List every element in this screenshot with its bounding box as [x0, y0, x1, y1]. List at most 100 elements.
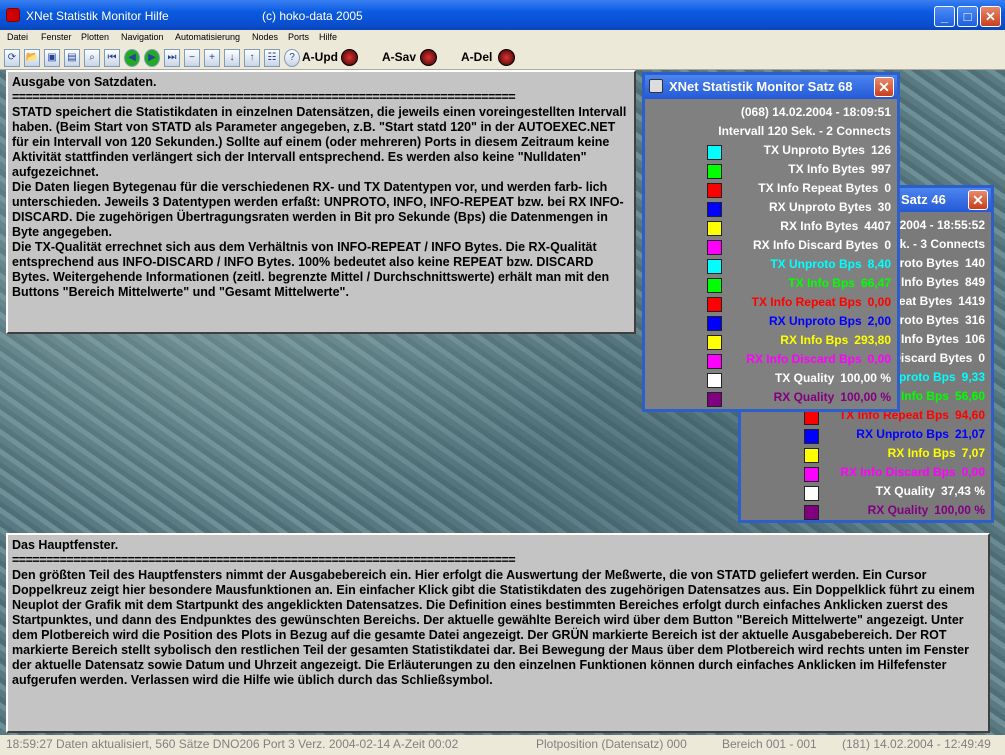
stat-value: 997 — [870, 162, 891, 176]
stat-value: 21,07 — [954, 427, 985, 441]
copyright-text: (c) hoko-data 2005 — [262, 9, 363, 23]
bug-icon-sav[interactable] — [420, 49, 437, 66]
title-bar: XNet Statistik Monitor Hilfe (c) hoko-da… — [0, 0, 1005, 30]
menu-plotten[interactable]: Plotten — [81, 32, 109, 42]
menu-ports[interactable]: Ports — [288, 32, 309, 42]
color-swatch — [707, 221, 722, 236]
color-swatch — [804, 486, 819, 501]
first-icon[interactable]: ⏮ — [104, 49, 120, 67]
color-swatch — [707, 278, 722, 293]
a-del-button[interactable]: A-Del — [461, 50, 492, 64]
satz-interval-line: Intervall 120 Sek. - 2 Connects — [718, 124, 891, 138]
stat-value: 2,00 — [867, 314, 891, 328]
stat-value: 94,60 — [954, 408, 985, 422]
stat-value: 9,33 — [961, 370, 985, 384]
stat-value: 56,60 — [954, 389, 985, 403]
satz-46-title: Satz 46 — [901, 192, 946, 207]
stat-value: 100,00 % — [840, 390, 891, 404]
stat-label: peat Bytes — [891, 294, 953, 308]
menu-hilfe[interactable]: Hilfe — [319, 32, 337, 42]
stat-label: RX Quality — [867, 503, 929, 517]
stat-row: RX Info Discard Bps 0,00 — [840, 465, 985, 484]
panel-heading: Ausgabe von Satzdaten. — [12, 75, 157, 89]
color-swatch — [804, 410, 819, 425]
scroll-down-icon[interactable]: ↓ — [224, 49, 240, 67]
color-swatch — [707, 373, 722, 388]
menu-nodes[interactable]: Nodes — [252, 32, 278, 42]
a-sav-button[interactable]: A-Sav — [382, 50, 416, 64]
color-swatch — [707, 240, 722, 255]
stat-value: 0,00 — [867, 352, 891, 366]
stat-value: 140 — [964, 256, 985, 270]
stat-label: Discard Bytes — [892, 351, 973, 365]
last-icon[interactable]: ⏭ — [164, 49, 180, 67]
color-swatch — [804, 505, 819, 520]
help-panel-satzdaten: Ausgabe von Satzdaten. ==================… — [6, 70, 636, 334]
stat-row: RX Info Bps 7,07 — [888, 446, 985, 465]
stat-row: TX Info Bytes 997 — [788, 162, 891, 181]
stat-value: 126 — [870, 143, 891, 157]
panel-heading: Das Hauptfenster. — [12, 538, 119, 552]
app-icon[interactable] — [649, 79, 663, 93]
menu-fenster[interactable]: Fenster — [41, 32, 72, 42]
close-icon[interactable]: ✕ — [874, 77, 894, 97]
stat-value: 4407 — [864, 219, 891, 233]
refresh-icon[interactable]: ⟳ — [4, 49, 20, 67]
bug-icon-upd[interactable] — [341, 49, 358, 66]
zoom-page-icon[interactable]: ⌕ — [84, 49, 100, 67]
satz-68-titlebar[interactable]: XNet Statistik Monitor Satz 68 ✕ — [645, 75, 897, 99]
stat-value: 0,00 — [867, 295, 891, 309]
stat-row: RX Quality 100,00 % — [868, 503, 985, 522]
panel-body: STATD speichert die Statistikdaten in ei… — [12, 105, 627, 299]
open-icon[interactable]: 📂 — [24, 49, 40, 67]
color-swatch — [707, 183, 722, 198]
color-swatch — [707, 392, 722, 407]
maximize-button[interactable]: □ — [957, 6, 978, 27]
prev-icon[interactable]: ◀ — [124, 49, 140, 67]
stat-row: RX Unproto Bps 21,07 — [856, 427, 985, 446]
menu-automatisierung[interactable]: Automatisierung — [175, 32, 240, 42]
table-icon[interactable]: ☷ — [264, 49, 280, 67]
next-icon[interactable]: ▶ — [144, 49, 160, 67]
help-panel-hauptfenster: Das Hauptfenster. =======================… — [6, 533, 990, 733]
bug-icon-del[interactable] — [498, 49, 515, 66]
menu-datei[interactable]: Datei — [7, 32, 28, 42]
stat-row: nproto Bps 9,33 — [892, 370, 985, 389]
grid-icon[interactable]: ▤ — [64, 49, 80, 67]
zoom-out-icon[interactable]: − — [184, 49, 200, 67]
app-icon[interactable] — [6, 8, 20, 22]
stat-row: RX Quality 100,00 % — [774, 390, 891, 409]
a-upd-button[interactable]: A-Upd — [302, 50, 338, 64]
zoom-in-icon[interactable]: + — [204, 49, 220, 67]
color-swatch — [707, 145, 722, 160]
stat-value: 849 — [964, 275, 985, 289]
stat-row: RX Info Discard Bytes 0 — [753, 238, 891, 257]
color-swatch — [707, 259, 722, 274]
status-record: (181) 14.02.2004 - 12:49:49 — [842, 737, 991, 751]
stat-label: Info Bytes — [900, 332, 959, 346]
color-swatch — [707, 164, 722, 179]
stat-row: TX Quality 37,43 % — [876, 484, 985, 503]
color-swatch — [804, 429, 819, 444]
stat-value: 0 — [884, 238, 891, 252]
scroll-up-icon[interactable]: ↑ — [244, 49, 260, 67]
satz-68-title: XNet Statistik Monitor Satz 68 — [669, 79, 853, 94]
stat-value: 106 — [964, 332, 985, 346]
stat-row: TX Info Bps 66,47 — [788, 276, 891, 295]
close-icon[interactable]: ✕ — [968, 190, 988, 210]
save-icon[interactable]: ▣ — [44, 49, 60, 67]
status-bar: 18:59:27 Daten aktualisiert, 560 Sätze D… — [0, 735, 1005, 755]
stat-row: TX Quality 100,00 % — [775, 371, 891, 390]
stat-value: 0 — [978, 351, 985, 365]
satz-68-window[interactable]: XNet Statistik Monitor Satz 68 ✕ (068) 1… — [642, 72, 900, 412]
minimize-button[interactable]: _ — [934, 6, 955, 27]
stat-value: 66,47 — [860, 276, 891, 290]
stat-row: Info Bytes 849 — [901, 275, 985, 294]
stat-label: RX Info Discard Bps — [746, 352, 862, 366]
help-icon[interactable]: ? — [284, 49, 300, 67]
menu-navigation[interactable]: Navigation — [121, 32, 164, 42]
stat-row: RX Info Bps 293,80 — [780, 333, 891, 352]
close-button[interactable]: ✕ — [980, 6, 1001, 27]
stat-value: 316 — [964, 313, 985, 327]
stat-value: 100,00 % — [934, 503, 985, 517]
